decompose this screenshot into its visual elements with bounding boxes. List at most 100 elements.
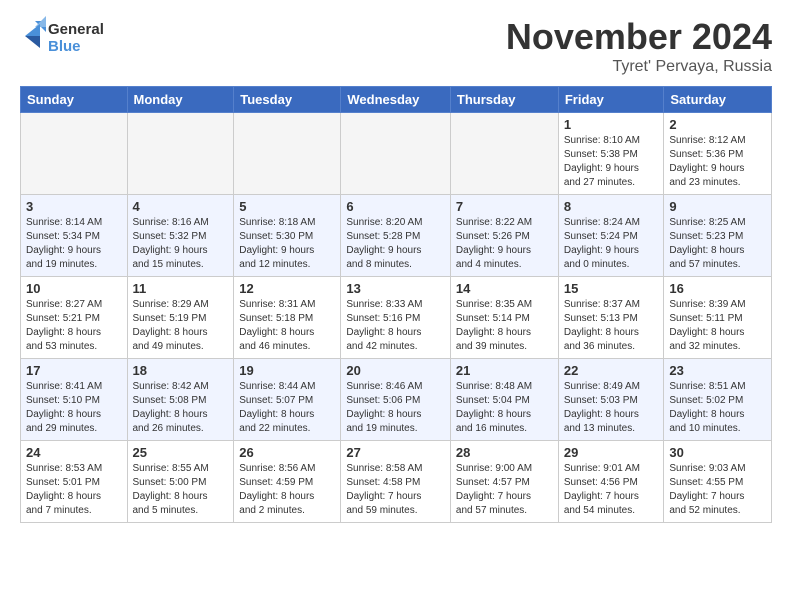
day-number: 8 bbox=[564, 199, 659, 214]
calendar-week-1: 3 Sunrise: 8:14 AM Sunset: 5:34 PM Daylig… bbox=[21, 195, 772, 277]
day-number: 10 bbox=[26, 281, 122, 296]
logo-svg: General Blue bbox=[20, 16, 110, 60]
calendar-cell: 1Sunrise: 8:10 AM Sunset: 5:38 PM Daylig… bbox=[558, 113, 664, 195]
day-number: 5 bbox=[239, 199, 335, 214]
day-info: Sunrise: 9:03 AM Sunset: 4:55 PM Dayligh… bbox=[669, 462, 766, 518]
calendar-cell: 12 Sunrise: 8:31 AM Sunset: 5:18 PM Dayli… bbox=[234, 277, 341, 359]
day-info: Sunrise: 8:22 AM Sunset: 5:26 PM Dayligh… bbox=[456, 216, 553, 272]
day-number: 30 bbox=[669, 445, 766, 460]
logo: General Blue bbox=[20, 16, 110, 60]
day-info: Sunrise: 8:41 AM Sunset: 5:10 PM Dayligh… bbox=[26, 380, 122, 436]
calendar-cell: 3 Sunrise: 8:14 AM Sunset: 5:34 PM Daylig… bbox=[21, 195, 128, 277]
day-info: Sunrise: 9:00 AM Sunset: 4:57 PM Dayligh… bbox=[456, 462, 553, 518]
day-info: Sunrise: 8:48 AM Sunset: 5:04 PM Dayligh… bbox=[456, 380, 553, 436]
calendar-cell bbox=[21, 113, 128, 195]
col-saturday: Saturday bbox=[664, 87, 772, 113]
calendar-cell: 16 Sunrise: 8:39 AM Sunset: 5:11 PM Dayli… bbox=[664, 277, 772, 359]
col-monday: Monday bbox=[127, 87, 234, 113]
day-number: 15 bbox=[564, 281, 659, 296]
day-info: Sunrise: 8:53 AM Sunset: 5:01 PM Dayligh… bbox=[26, 462, 122, 518]
calendar-cell: 29 Sunrise: 9:01 AM Sunset: 4:56 PM Dayli… bbox=[558, 441, 664, 523]
day-number: 6 bbox=[346, 199, 445, 214]
calendar-cell: 19 Sunrise: 8:44 AM Sunset: 5:07 PM Dayli… bbox=[234, 359, 341, 441]
day-number: 12 bbox=[239, 281, 335, 296]
location: Tyret' Pervaya, Russia bbox=[506, 58, 772, 76]
day-info: Sunrise: 8:39 AM Sunset: 5:11 PM Dayligh… bbox=[669, 298, 766, 354]
day-info: Sunrise: 8:24 AM Sunset: 5:24 PM Dayligh… bbox=[564, 216, 659, 272]
calendar-cell: 25 Sunrise: 8:55 AM Sunset: 5:00 PM Dayli… bbox=[127, 441, 234, 523]
calendar-cell: 26 Sunrise: 8:56 AM Sunset: 4:59 PM Dayli… bbox=[234, 441, 341, 523]
day-number: 27 bbox=[346, 445, 445, 460]
calendar-cell: 17 Sunrise: 8:41 AM Sunset: 5:10 PM Dayli… bbox=[21, 359, 128, 441]
page: General Blue November 2024 Tyret' Pervay… bbox=[0, 0, 792, 533]
day-info: Sunrise: 8:58 AM Sunset: 4:58 PM Dayligh… bbox=[346, 462, 445, 518]
day-number: 2 bbox=[669, 117, 766, 132]
day-number: 19 bbox=[239, 363, 335, 378]
col-friday: Friday bbox=[558, 87, 664, 113]
day-number: 23 bbox=[669, 363, 766, 378]
day-info: Sunrise: 8:16 AM Sunset: 5:32 PM Dayligh… bbox=[133, 216, 229, 272]
day-number: 28 bbox=[456, 445, 553, 460]
day-number: 7 bbox=[456, 199, 553, 214]
day-info: Sunrise: 8:10 AM Sunset: 5:38 PM Dayligh… bbox=[564, 134, 659, 190]
calendar: Sunday Monday Tuesday Wednesday Thursday… bbox=[20, 86, 772, 523]
header: General Blue November 2024 Tyret' Pervay… bbox=[20, 16, 772, 76]
day-number: 20 bbox=[346, 363, 445, 378]
day-number: 3 bbox=[26, 199, 122, 214]
day-info: Sunrise: 8:44 AM Sunset: 5:07 PM Dayligh… bbox=[239, 380, 335, 436]
calendar-cell: 30 Sunrise: 9:03 AM Sunset: 4:55 PM Dayli… bbox=[664, 441, 772, 523]
col-wednesday: Wednesday bbox=[341, 87, 451, 113]
day-info: Sunrise: 8:12 AM Sunset: 5:36 PM Dayligh… bbox=[669, 134, 766, 190]
day-number: 26 bbox=[239, 445, 335, 460]
day-info: Sunrise: 8:18 AM Sunset: 5:30 PM Dayligh… bbox=[239, 216, 335, 272]
col-tuesday: Tuesday bbox=[234, 87, 341, 113]
day-info: Sunrise: 8:14 AM Sunset: 5:34 PM Dayligh… bbox=[26, 216, 122, 272]
day-number: 16 bbox=[669, 281, 766, 296]
calendar-cell: 24Sunrise: 8:53 AM Sunset: 5:01 PM Dayli… bbox=[21, 441, 128, 523]
calendar-cell bbox=[341, 113, 451, 195]
day-number: 18 bbox=[133, 363, 229, 378]
svg-text:Blue: Blue bbox=[48, 38, 81, 55]
day-info: Sunrise: 8:42 AM Sunset: 5:08 PM Dayligh… bbox=[133, 380, 229, 436]
calendar-week-0: 1Sunrise: 8:10 AM Sunset: 5:38 PM Daylig… bbox=[21, 113, 772, 195]
day-number: 22 bbox=[564, 363, 659, 378]
day-info: Sunrise: 8:31 AM Sunset: 5:18 PM Dayligh… bbox=[239, 298, 335, 354]
day-info: Sunrise: 8:56 AM Sunset: 4:59 PM Dayligh… bbox=[239, 462, 335, 518]
day-number: 29 bbox=[564, 445, 659, 460]
day-info: Sunrise: 8:27 AM Sunset: 5:21 PM Dayligh… bbox=[26, 298, 122, 354]
calendar-cell: 8 Sunrise: 8:24 AM Sunset: 5:24 PM Daylig… bbox=[558, 195, 664, 277]
day-info: Sunrise: 8:55 AM Sunset: 5:00 PM Dayligh… bbox=[133, 462, 229, 518]
svg-text:General: General bbox=[48, 21, 104, 38]
day-info: Sunrise: 8:33 AM Sunset: 5:16 PM Dayligh… bbox=[346, 298, 445, 354]
day-info: Sunrise: 8:25 AM Sunset: 5:23 PM Dayligh… bbox=[669, 216, 766, 272]
calendar-cell: 23Sunrise: 8:51 AM Sunset: 5:02 PM Dayli… bbox=[664, 359, 772, 441]
day-info: Sunrise: 8:20 AM Sunset: 5:28 PM Dayligh… bbox=[346, 216, 445, 272]
day-number: 25 bbox=[133, 445, 229, 460]
calendar-cell bbox=[234, 113, 341, 195]
day-number: 9 bbox=[669, 199, 766, 214]
calendar-cell bbox=[127, 113, 234, 195]
calendar-cell: 20Sunrise: 8:46 AM Sunset: 5:06 PM Dayli… bbox=[341, 359, 451, 441]
day-info: Sunrise: 8:29 AM Sunset: 5:19 PM Dayligh… bbox=[133, 298, 229, 354]
col-thursday: Thursday bbox=[450, 87, 558, 113]
month-title: November 2024 bbox=[506, 16, 772, 58]
day-number: 21 bbox=[456, 363, 553, 378]
day-info: Sunrise: 8:37 AM Sunset: 5:13 PM Dayligh… bbox=[564, 298, 659, 354]
calendar-week-3: 17 Sunrise: 8:41 AM Sunset: 5:10 PM Dayli… bbox=[21, 359, 772, 441]
calendar-cell: 28 Sunrise: 9:00 AM Sunset: 4:57 PM Dayli… bbox=[450, 441, 558, 523]
calendar-header-row: Sunday Monday Tuesday Wednesday Thursday… bbox=[21, 87, 772, 113]
calendar-week-2: 10 Sunrise: 8:27 AM Sunset: 5:21 PM Dayli… bbox=[21, 277, 772, 359]
calendar-cell: 2 Sunrise: 8:12 AM Sunset: 5:36 PM Daylig… bbox=[664, 113, 772, 195]
calendar-cell: 6 Sunrise: 8:20 AM Sunset: 5:28 PM Daylig… bbox=[341, 195, 451, 277]
calendar-cell: 10 Sunrise: 8:27 AM Sunset: 5:21 PM Dayli… bbox=[21, 277, 128, 359]
day-number: 17 bbox=[26, 363, 122, 378]
title-block: November 2024 Tyret' Pervaya, Russia bbox=[506, 16, 772, 76]
calendar-cell: 22 Sunrise: 8:49 AM Sunset: 5:03 PM Dayli… bbox=[558, 359, 664, 441]
calendar-cell: 15 Sunrise: 8:37 AM Sunset: 5:13 PM Dayli… bbox=[558, 277, 664, 359]
day-info: Sunrise: 8:49 AM Sunset: 5:03 PM Dayligh… bbox=[564, 380, 659, 436]
calendar-cell: 5 Sunrise: 8:18 AM Sunset: 5:30 PM Daylig… bbox=[234, 195, 341, 277]
day-info: Sunrise: 9:01 AM Sunset: 4:56 PM Dayligh… bbox=[564, 462, 659, 518]
calendar-cell: 11Sunrise: 8:29 AM Sunset: 5:19 PM Dayli… bbox=[127, 277, 234, 359]
calendar-cell: 13Sunrise: 8:33 AM Sunset: 5:16 PM Dayli… bbox=[341, 277, 451, 359]
day-number: 14 bbox=[456, 281, 553, 296]
